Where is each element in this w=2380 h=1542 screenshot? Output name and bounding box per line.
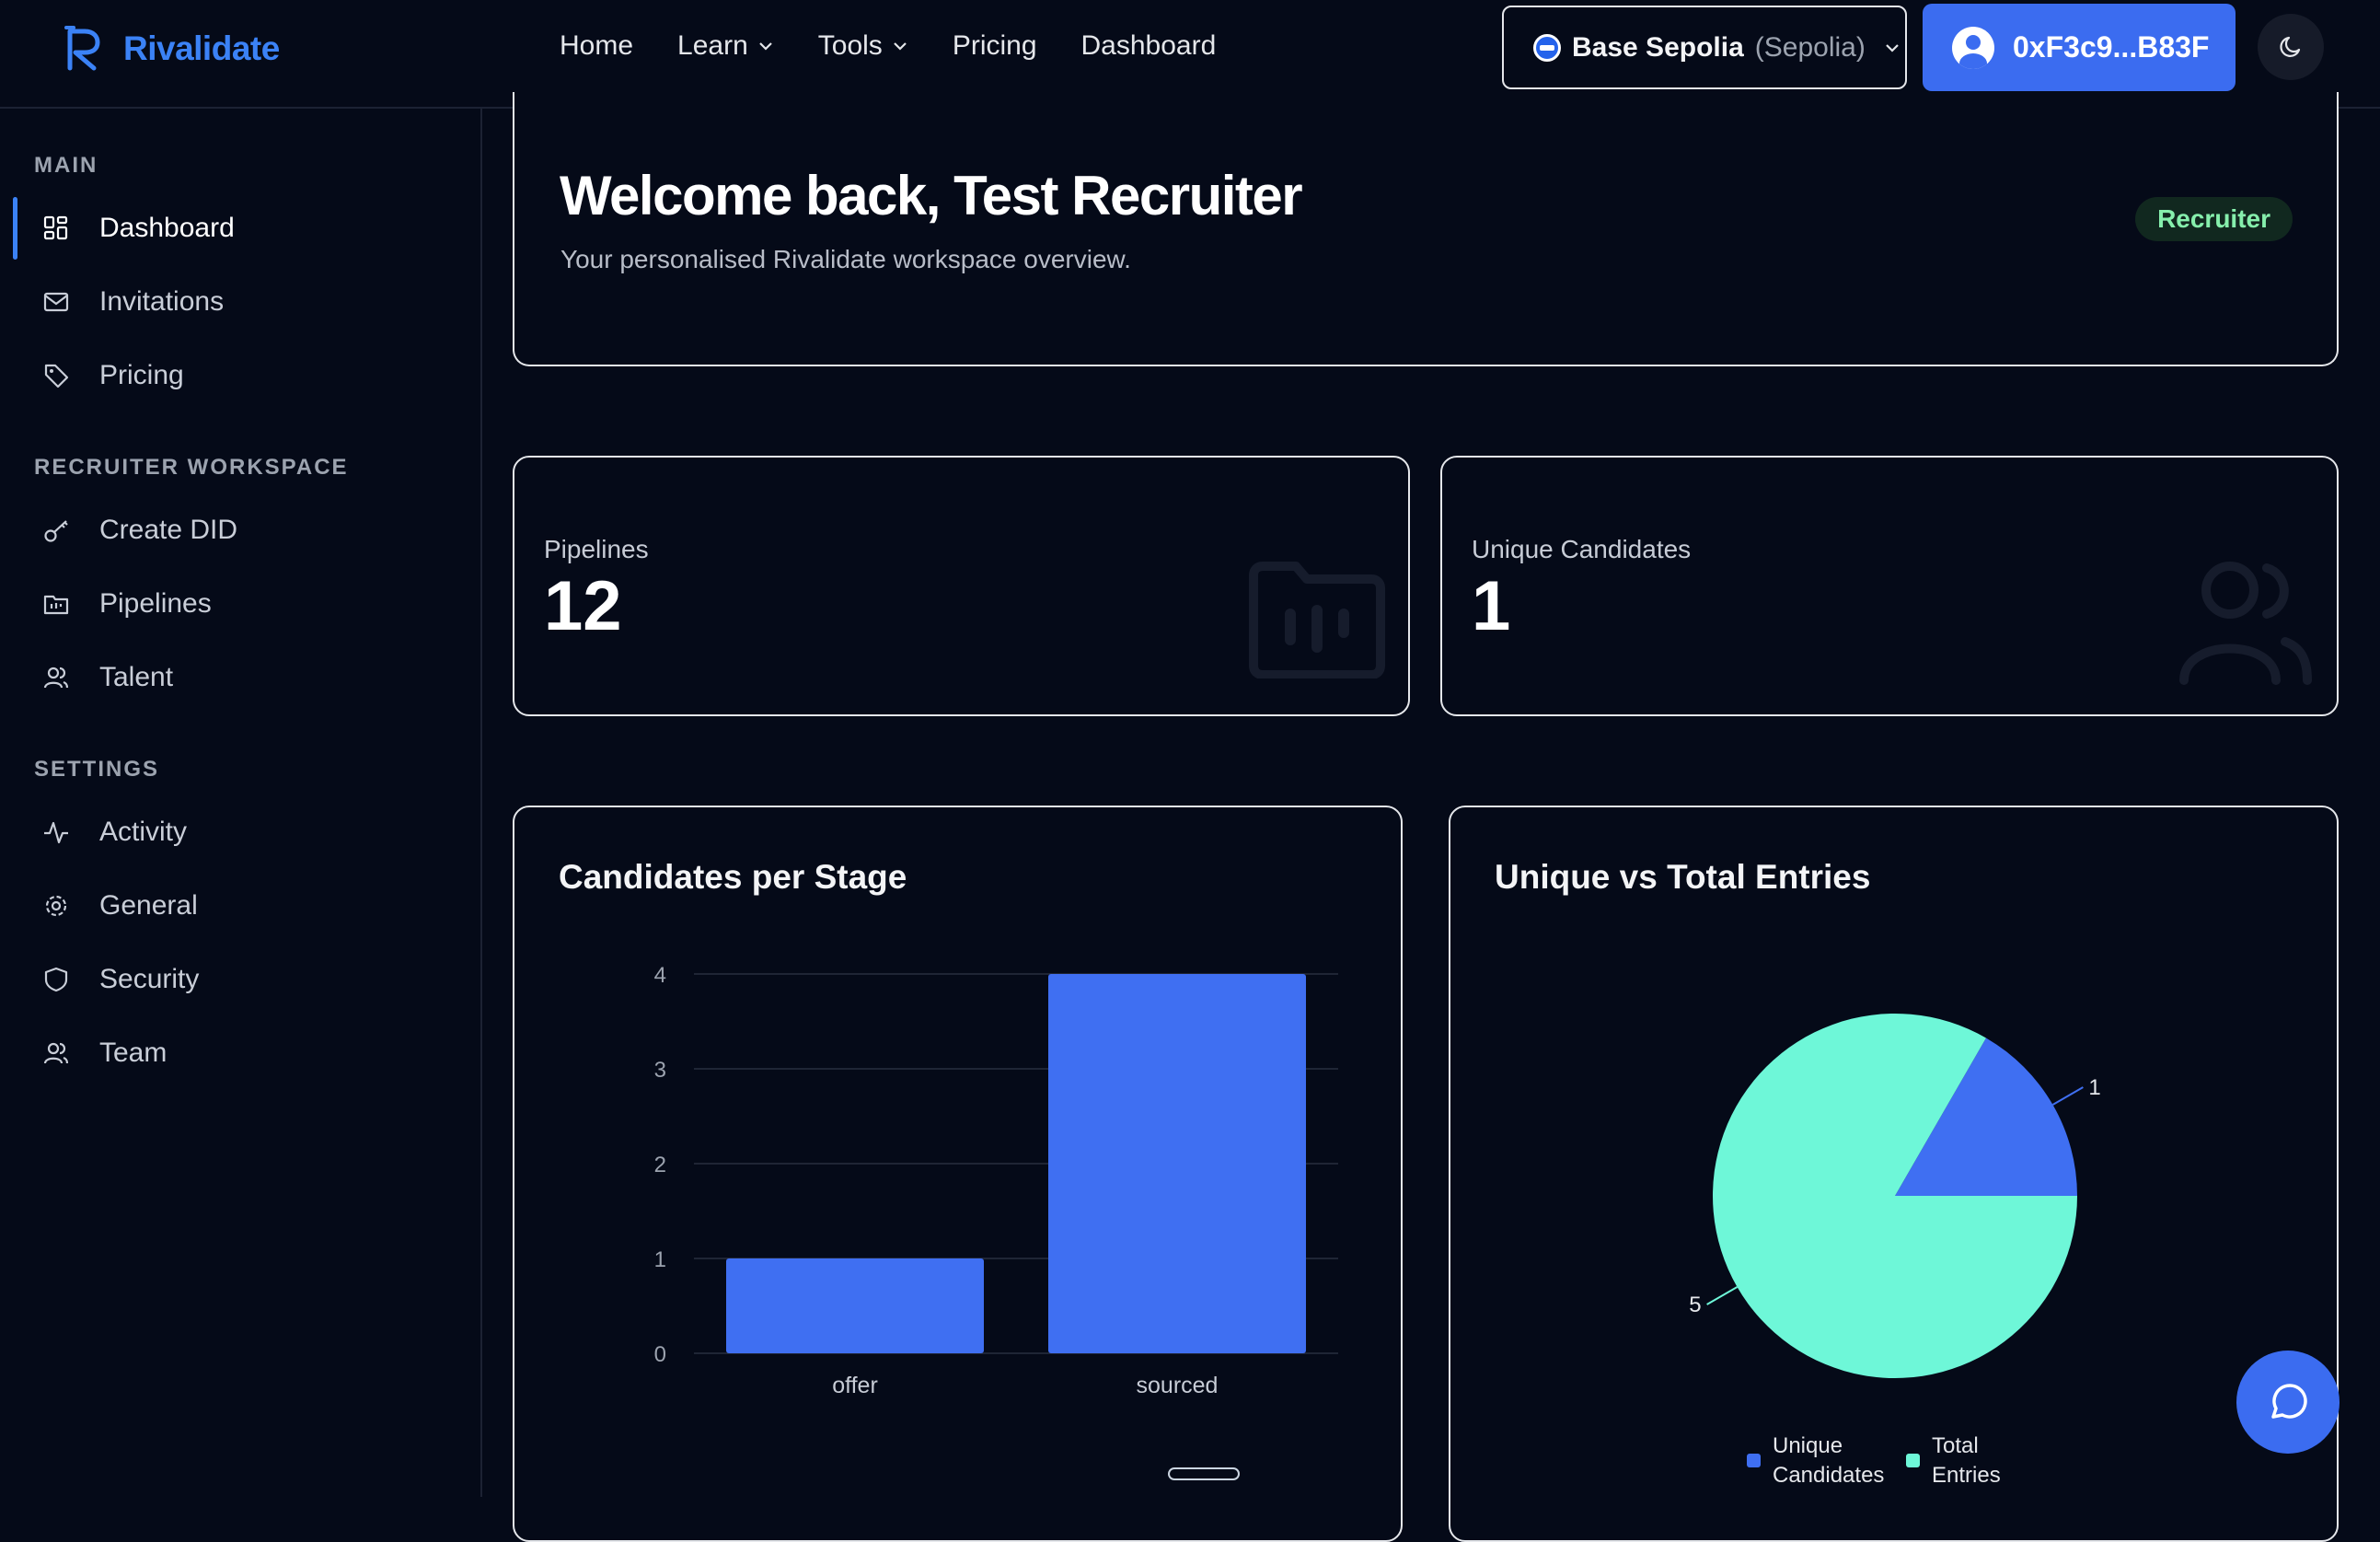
y-tick-label: 2 xyxy=(654,1153,666,1177)
chat-bubble-icon xyxy=(2271,1384,2307,1419)
base-network-icon xyxy=(1533,33,1561,62)
stat-label: Pipelines xyxy=(544,535,649,563)
brand-name: Rivalidate xyxy=(123,29,280,67)
sidebar-item-team[interactable]: Team xyxy=(13,1022,464,1084)
sidebar-item-pipelines[interactable]: Pipelines xyxy=(13,573,464,635)
shield-icon xyxy=(40,964,72,995)
legend-label: Candidates xyxy=(1773,1463,1884,1488)
brand-logo-icon xyxy=(64,26,100,71)
sidebar-item-security[interactable]: Security xyxy=(13,948,464,1011)
stat-card-unique-candidates: Unique Candidates 1 xyxy=(1440,456,2339,716)
y-tick-label: 3 xyxy=(654,1058,666,1083)
legend-swatch xyxy=(1747,1454,1761,1467)
stat-value: 12 xyxy=(544,567,622,645)
bar-chart: 0 1 2 3 4 offer sourced xyxy=(654,963,1338,1398)
sidebar-section-recruiter: RECRUITER WORKSPACE xyxy=(34,455,349,480)
bar[interactable] xyxy=(1048,974,1306,1353)
main-nav: Home Learn Tools Pricing Dashboard xyxy=(560,30,1260,62)
gear-icon xyxy=(40,890,72,922)
stat-label: Unique Candidates xyxy=(1472,535,1692,563)
users-icon xyxy=(40,1038,72,1069)
mail-icon xyxy=(40,286,72,318)
pie-value-label: 5 xyxy=(1689,1293,1701,1317)
scroll-indicator[interactable] xyxy=(1168,1467,1240,1480)
sidebar-item-general[interactable]: General xyxy=(13,875,464,937)
sidebar-item-label: Talent xyxy=(99,662,174,692)
folder-chart-icon xyxy=(1249,562,1385,678)
nav-home[interactable]: Home xyxy=(560,30,633,62)
sidebar-item-label: Pricing xyxy=(99,360,184,390)
sidebar-item-talent[interactable]: Talent xyxy=(13,646,464,709)
y-tick-label: 4 xyxy=(654,963,666,988)
sidebar-item-label: Dashboard xyxy=(99,213,235,243)
wallet-address: 0xF3c9...B83F xyxy=(2013,30,2210,64)
sidebar-item-label: Pipelines xyxy=(99,588,212,619)
users-icon xyxy=(2179,562,2312,685)
sidebar-item-label: Invitations xyxy=(99,286,225,317)
activity-icon xyxy=(40,817,72,848)
moon-icon xyxy=(2280,36,2301,57)
nav-tools[interactable]: Tools xyxy=(818,30,908,62)
sidebar-item-invitations[interactable]: Invitations xyxy=(13,271,464,333)
chart-card-unique-vs-total: Unique vs Total Entries 1 5 Unique Candidat… xyxy=(1449,806,2339,1542)
pie-value-label: 1 xyxy=(2088,1075,2100,1100)
legend-swatch xyxy=(1906,1454,1920,1467)
x-tick-label: sourced xyxy=(1137,1373,1219,1398)
sidebar-item-label: Security xyxy=(99,964,200,994)
chevron-down-icon xyxy=(894,42,907,51)
nav-learn[interactable]: Learn xyxy=(677,30,774,62)
y-tick-label: 1 xyxy=(654,1247,666,1272)
network-selector[interactable]: Base Sepolia (Sepolia) xyxy=(1502,6,1907,89)
network-name: Base Sepolia xyxy=(1572,31,1744,63)
sidebar-item-label: General xyxy=(99,890,198,921)
pie-chart: 1 5 Unique Candidates Total Entries xyxy=(1689,1014,2101,1488)
role-badge: Recruiter xyxy=(2135,197,2293,241)
nav-home-label: Home xyxy=(560,30,634,61)
sidebar-item-dashboard[interactable]: Dashboard xyxy=(13,197,464,260)
legend-label: Entries xyxy=(1932,1463,2001,1488)
sidebar-section-main: MAIN xyxy=(34,153,98,178)
bar[interactable] xyxy=(726,1258,984,1353)
brand[interactable]: Rivalidate xyxy=(64,26,280,72)
sidebar-item-create-did[interactable]: Create DID xyxy=(13,499,464,562)
chart-card-candidates-per-stage: Candidates per Stage 0 1 2 3 4 offer sourced xyxy=(513,806,1403,1542)
chevron-down-icon xyxy=(1886,43,1899,52)
sidebar-item-activity[interactable]: Activity xyxy=(13,801,464,864)
legend-label: Unique xyxy=(1773,1433,1843,1458)
page-subtitle: Your personalised Rivalidate workspace o… xyxy=(560,245,1131,273)
key-icon xyxy=(40,515,72,546)
tag-icon xyxy=(40,360,72,391)
pie-label-line xyxy=(1706,1286,1739,1305)
nav-pricing-label: Pricing xyxy=(952,30,1037,61)
avatar-icon xyxy=(1952,26,1994,69)
stat-card-pipelines: Pipelines 12 xyxy=(513,456,1410,716)
sidebar: MAIN Dashboard Invitations Pricing RECRU… xyxy=(0,109,482,1497)
nav-dashboard-label: Dashboard xyxy=(1080,30,1217,61)
sidebar-item-label: Activity xyxy=(99,817,188,847)
stat-value: 1 xyxy=(1472,567,1511,645)
nav-dashboard[interactable]: Dashboard xyxy=(1081,30,1217,62)
welcome-card: Welcome back, Test Recruiter Your person… xyxy=(513,92,2339,366)
sidebar-item-label: Team xyxy=(99,1038,168,1068)
theme-toggle-button[interactable] xyxy=(2258,14,2324,80)
nav-learn-label: Learn xyxy=(677,30,748,61)
sidebar-item-pricing[interactable]: Pricing xyxy=(13,344,464,407)
page-title: Welcome back, Test Recruiter xyxy=(560,165,1303,226)
chevron-down-icon xyxy=(758,42,772,51)
sidebar-section-settings: SETTINGS xyxy=(34,757,160,782)
users-icon xyxy=(40,662,72,693)
grid-icon xyxy=(40,213,72,244)
x-tick-label: offer xyxy=(832,1373,878,1398)
wallet-button[interactable]: 0xF3c9...B83F xyxy=(1923,4,2236,91)
folder-chart-icon xyxy=(40,588,72,620)
y-tick-label: 0 xyxy=(654,1342,666,1367)
chat-button[interactable] xyxy=(2236,1351,2340,1454)
sidebar-item-label: Create DID xyxy=(99,515,238,545)
legend-label: Total xyxy=(1932,1433,1979,1458)
pie-label-line xyxy=(2051,1086,2084,1106)
nav-tools-label: Tools xyxy=(817,30,883,61)
nav-pricing[interactable]: Pricing xyxy=(953,30,1037,62)
network-sub: (Sepolia) xyxy=(1754,31,1866,63)
